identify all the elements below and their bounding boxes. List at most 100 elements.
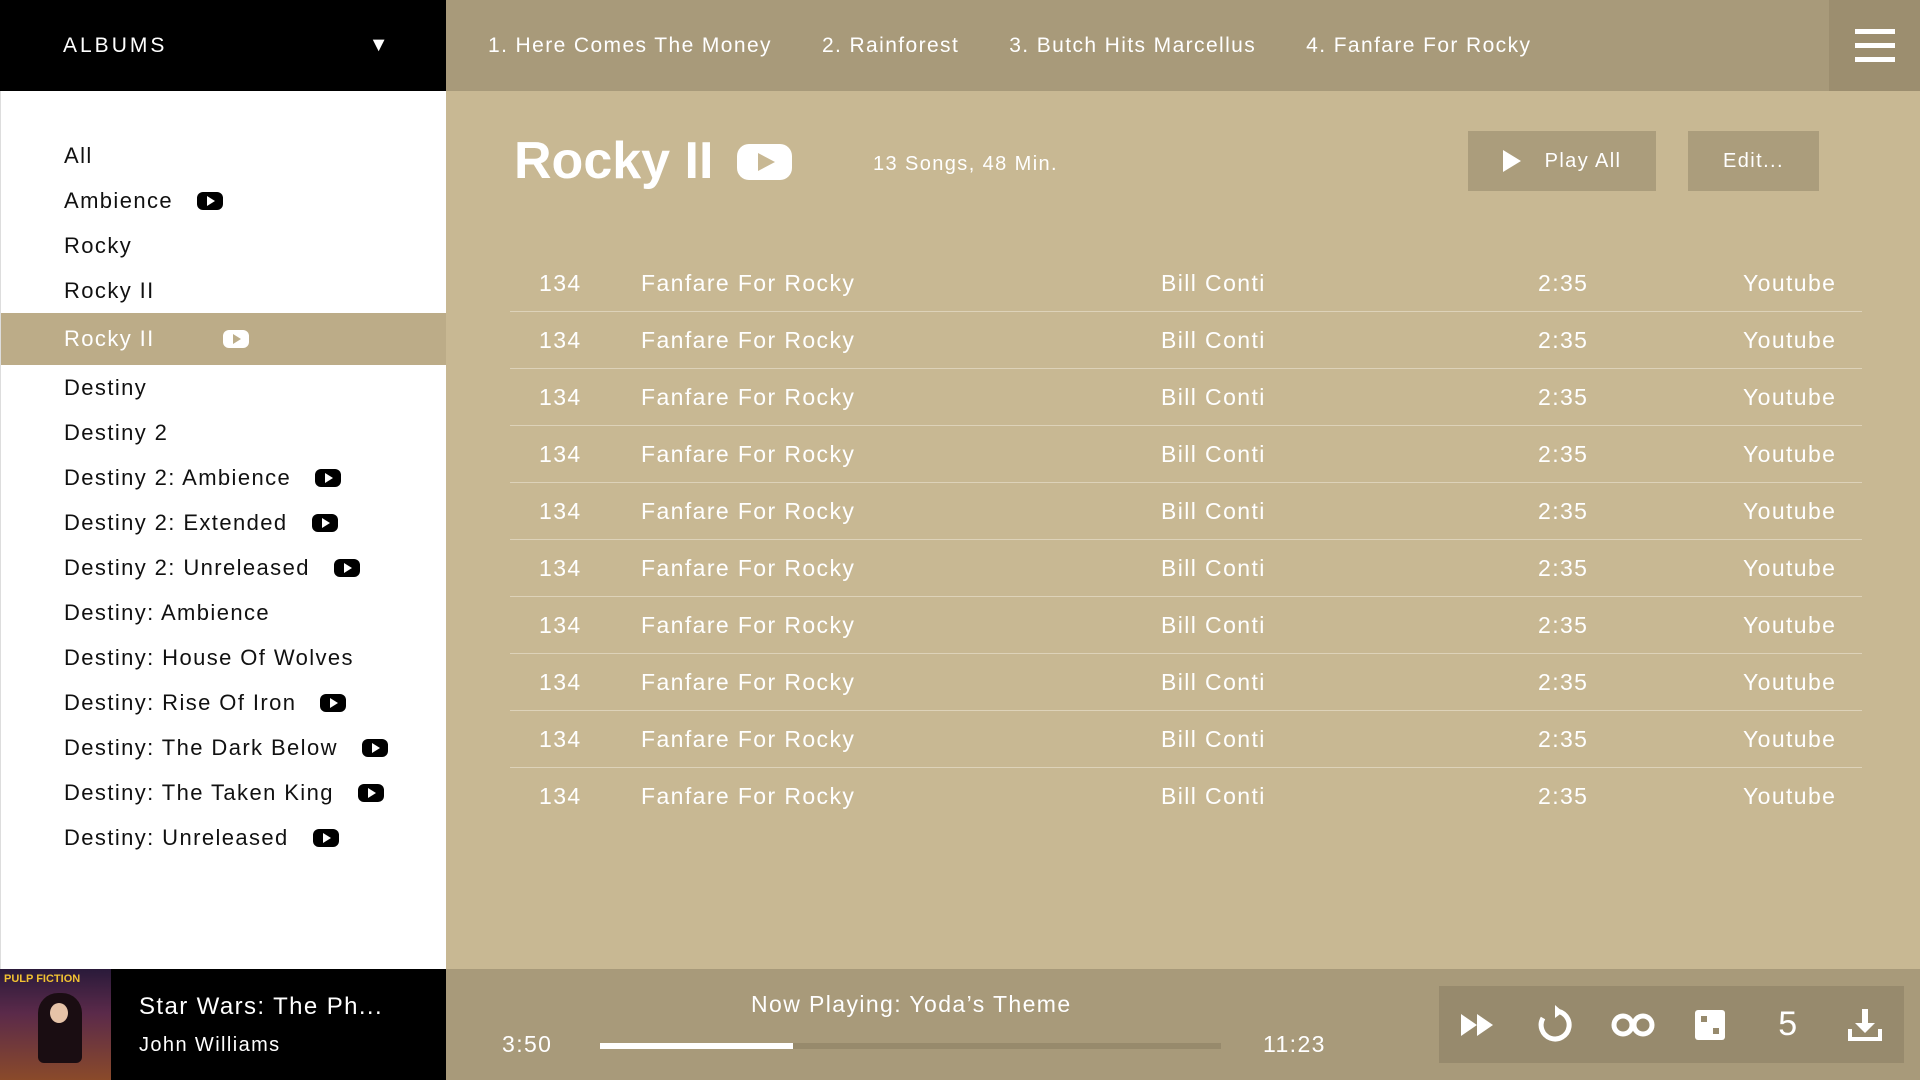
track-duration: 2:35: [1538, 782, 1589, 809]
track-duration: 2:35: [1538, 326, 1589, 353]
track-tab-bar: 1. Here Comes The Money 2. Rainforest 3. B…: [446, 0, 1920, 91]
album-title: Rocky II: [514, 132, 714, 190]
track-title: Fanfare For Rocky: [641, 326, 856, 353]
shuffle-dice-icon[interactable]: [1688, 1003, 1732, 1047]
album-item-label: Rocky II: [64, 277, 155, 303]
albums-dropdown[interactable]: ALBUMS ▼: [0, 0, 446, 91]
track-source: Youtube: [1743, 383, 1837, 410]
youtube-icon: [333, 558, 360, 577]
album-item[interactable]: Destiny 2: Ambience: [1, 455, 446, 500]
album-item[interactable]: Ambience: [1, 178, 446, 223]
album-item-label: Destiny 2: Extended: [64, 509, 288, 535]
album-item[interactable]: Rocky II: [1, 313, 446, 365]
album-item[interactable]: Destiny: House Of Wolves: [1, 635, 446, 680]
fast-forward-icon[interactable]: [1456, 1003, 1500, 1047]
repeat-icon[interactable]: [1533, 1003, 1577, 1047]
track-source: Youtube: [1743, 269, 1837, 296]
now-playing-artist: John Williams: [139, 1034, 281, 1056]
track-tab[interactable]: 4. Fanfare For Rocky: [1306, 34, 1531, 58]
album-item-label: Rocky: [64, 232, 133, 258]
track-title: Fanfare For Rocky: [641, 554, 856, 581]
album-item[interactable]: Destiny: The Dark Below: [1, 725, 446, 770]
track-source: Youtube: [1743, 326, 1837, 353]
album-item[interactable]: Destiny 2: Extended: [1, 500, 446, 545]
track-row[interactable]: 134 Fanfare For Rocky Bill Conti 2:35 Youtub…: [510, 654, 1862, 711]
album-item[interactable]: Destiny: Unreleased: [1, 815, 446, 860]
track-artist: Bill Conti: [1161, 383, 1266, 410]
youtube-icon: [320, 693, 347, 712]
youtube-icon: [357, 783, 384, 802]
album-item-label: Destiny 2: Ambience: [64, 464, 292, 490]
album-item-label: Destiny: Rise Of Iron: [64, 689, 297, 715]
track-title: Fanfare For Rocky: [641, 725, 856, 752]
hamburger-menu-icon[interactable]: [1829, 0, 1920, 91]
album-item[interactable]: Destiny: Rise Of Iron: [1, 680, 446, 725]
album-item[interactable]: Destiny: Ambience: [1, 590, 446, 635]
track-source: Youtube: [1743, 497, 1837, 524]
track-number: 134: [539, 269, 582, 296]
track-title: Fanfare For Rocky: [641, 383, 856, 410]
track-duration: 2:35: [1538, 611, 1589, 638]
album-item[interactable]: Rocky II: [1, 268, 446, 313]
youtube-icon: [361, 738, 388, 757]
track-tab[interactable]: 3. Butch Hits Marcellus: [1009, 34, 1256, 58]
album-item[interactable]: Destiny 2: [1, 410, 446, 455]
album-item[interactable]: Destiny: The Taken King: [1, 770, 446, 815]
edit-button[interactable]: Edit...: [1688, 131, 1819, 191]
play-all-button[interactable]: Play All: [1468, 131, 1656, 191]
player-controls: 5: [1439, 986, 1904, 1063]
track-row[interactable]: 134 Fanfare For Rocky Bill Conti 2:35 Youtub…: [510, 711, 1862, 768]
album-item-label: Destiny: Ambience: [64, 599, 270, 625]
track-title: Fanfare For Rocky: [641, 611, 856, 638]
album-meta: 13 Songs, 48 Min.: [873, 153, 1059, 175]
track-row[interactable]: 134 Fanfare For Rocky Bill Conti 2:35 Youtub…: [510, 255, 1862, 312]
track-row[interactable]: 134 Fanfare For Rocky Bill Conti 2:35 Youtub…: [510, 426, 1862, 483]
loop-infinity-icon[interactable]: [1611, 1003, 1655, 1047]
album-item-label: Destiny: [64, 374, 148, 400]
tab-list: 1. Here Comes The Money 2. Rainforest 3. B…: [446, 34, 1539, 58]
album-item[interactable]: Rocky: [1, 223, 446, 268]
youtube-icon: [315, 468, 342, 487]
player-bar: Now Playing: Yoda’s Theme 3:50 11:23 5: [446, 969, 1920, 1080]
now-playing-card[interactable]: PULP FICTION Star Wars: The Ph... John W…: [0, 969, 446, 1080]
album-art-title: PULP FICTION: [4, 973, 81, 985]
track-duration: 2:35: [1538, 440, 1589, 467]
progress-bar[interactable]: [600, 1043, 1221, 1049]
album-list: All Ambience Rocky Rocky II Rocky II Destiny D…: [1, 133, 446, 860]
track-number: 134: [539, 668, 582, 695]
track-duration: 2:35: [1538, 383, 1589, 410]
track-duration: 2:35: [1538, 554, 1589, 581]
album-item[interactable]: Destiny: [1, 365, 446, 410]
youtube-icon: [311, 513, 338, 532]
track-table: 134 Fanfare For Rocky Bill Conti 2:35 Youtub…: [510, 255, 1862, 824]
track-number: 134: [539, 611, 582, 638]
track-row[interactable]: 134 Fanfare For Rocky Bill Conti 2:35 Youtub…: [510, 540, 1862, 597]
track-title: Fanfare For Rocky: [641, 497, 856, 524]
track-row[interactable]: 134 Fanfare For Rocky Bill Conti 2:35 Youtub…: [510, 483, 1862, 540]
track-title: Fanfare For Rocky: [641, 782, 856, 809]
track-tab[interactable]: 1. Here Comes The Money: [488, 34, 772, 58]
album-item-label: Destiny 2: Unreleased: [64, 554, 310, 580]
album-item-label: Rocky II: [64, 326, 155, 351]
track-artist: Bill Conti: [1161, 554, 1266, 581]
track-row[interactable]: 134 Fanfare For Rocky Bill Conti 2:35 Youtub…: [510, 768, 1862, 824]
youtube-icon[interactable]: [737, 144, 792, 180]
track-number: 134: [539, 554, 582, 581]
track-artist: Bill Conti: [1161, 725, 1266, 752]
download-icon[interactable]: [1843, 1003, 1887, 1047]
album-detail: Rocky II 13 Songs, 48 Min. Play All Edit…: [446, 91, 1920, 969]
total-time: 11:23: [1263, 1031, 1326, 1057]
elapsed-time: 3:50: [502, 1031, 553, 1057]
track-row[interactable]: 134 Fanfare For Rocky Bill Conti 2:35 Youtub…: [510, 369, 1862, 426]
track-row[interactable]: 134 Fanfare For Rocky Bill Conti 2:35 Youtub…: [510, 597, 1862, 654]
queue-count[interactable]: 5: [1766, 1003, 1810, 1047]
album-item-label: Ambience: [64, 187, 174, 213]
track-duration: 2:35: [1538, 725, 1589, 752]
track-tab[interactable]: 2. Rainforest: [822, 34, 959, 58]
track-row[interactable]: 134 Fanfare For Rocky Bill Conti 2:35 Youtub…: [510, 312, 1862, 369]
album-item[interactable]: Destiny 2: Unreleased: [1, 545, 446, 590]
album-item-label: All: [64, 142, 93, 168]
album-item-label: Destiny: Unreleased: [64, 824, 289, 850]
album-item[interactable]: All: [1, 133, 446, 178]
youtube-icon: [222, 330, 249, 348]
